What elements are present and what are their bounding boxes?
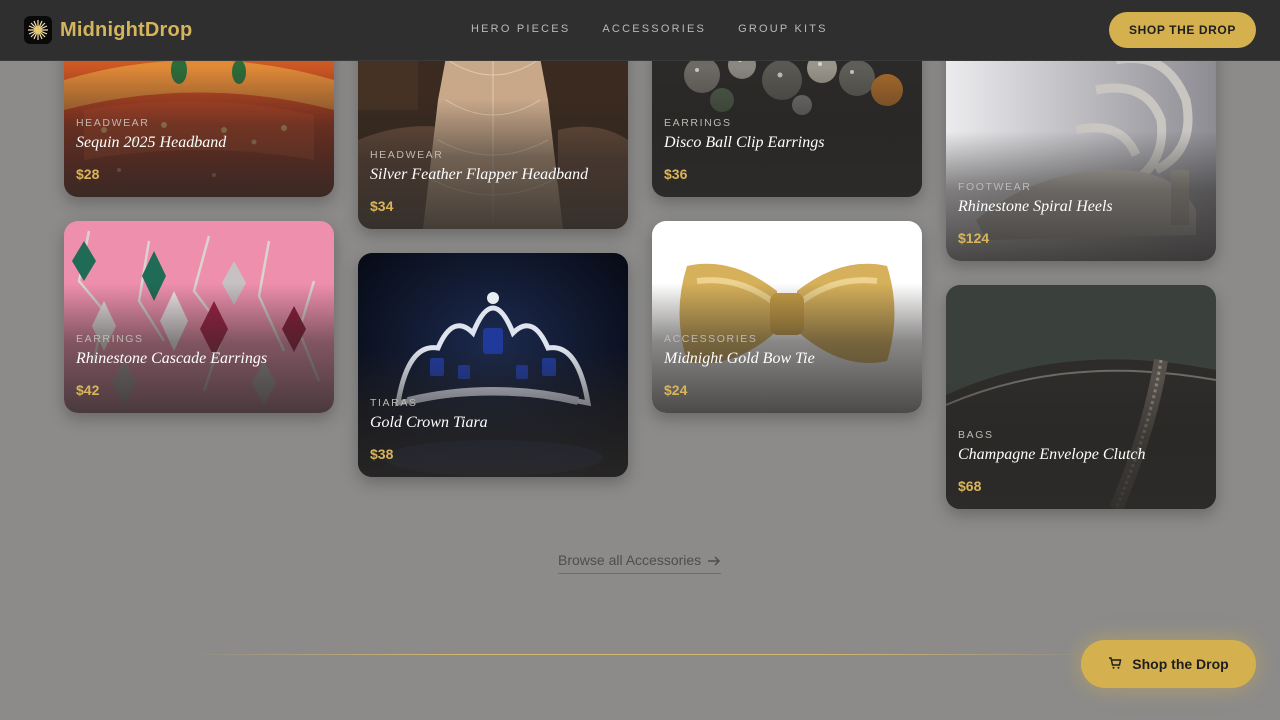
product-card-gold-bow-tie[interactable]: ACCESSORIES Midnight Gold Bow Tie $24 — [652, 221, 922, 413]
shop-the-drop-button[interactable]: SHOP THE DROP — [1109, 12, 1256, 48]
nav-accessories[interactable]: ACCESSORIES — [602, 23, 706, 35]
arrow-right-icon — [707, 552, 721, 571]
product-name: Disco Ball Clip Earrings — [664, 134, 825, 151]
cart-icon — [1108, 656, 1122, 673]
product-name: Rhinestone Cascade Earrings — [76, 350, 268, 367]
nav-group-kits[interactable]: GROUP KITS — [738, 23, 828, 35]
starburst-icon — [24, 16, 52, 44]
main-nav: HERO PIECES ACCESSORIES GROUP KITS — [471, 23, 828, 35]
product-name: Sequin 2025 Headband — [76, 134, 227, 151]
nav-hero-pieces[interactable]: HERO PIECES — [471, 23, 570, 35]
product-info: TIARAS Gold Crown Tiara $38 — [370, 397, 616, 477]
product-category: BAGS — [958, 429, 994, 441]
product-info: FOOTWEAR Rhinestone Spiral Heels $124 — [958, 181, 1204, 261]
brand-name: MidnightDrop — [60, 18, 193, 41]
product-name: Silver Feather Flapper Headband — [370, 166, 589, 183]
browse-all-accessories-link[interactable]: Browse all Accessories — [558, 552, 722, 574]
product-name: Rhinestone Spiral Heels — [958, 198, 1113, 215]
product-info: BAGS Champagne Envelope Clutch $68 — [958, 429, 1204, 509]
product-name: Gold Crown Tiara — [370, 414, 488, 431]
product-card-envelope-clutch[interactable]: BAGS Champagne Envelope Clutch $68 — [946, 285, 1216, 509]
browse-link-label: Browse all Accessories — [558, 552, 702, 568]
product-name: Champagne Envelope Clutch — [958, 446, 1146, 463]
section-divider — [184, 654, 1096, 655]
product-info: ACCESSORIES Midnight Gold Bow Tie $24 — [664, 333, 910, 413]
brand-logo-link[interactable]: MidnightDrop — [24, 16, 192, 44]
product-info: EARRINGS Disco Ball Clip Earrings $36 — [664, 117, 910, 197]
product-category: HEADWEAR — [76, 117, 150, 129]
product-category: FOOTWEAR — [958, 181, 1032, 193]
product-price: $34 — [370, 198, 394, 214]
product-price: $42 — [76, 382, 100, 398]
product-info: HEADWEAR Silver Feather Flapper Headband… — [370, 149, 616, 229]
product-category: TIARAS — [370, 397, 418, 409]
product-price: $28 — [76, 166, 100, 182]
product-name: Midnight Gold Bow Tie — [664, 350, 815, 367]
product-card-gold-crown-tiara[interactable]: TIARAS Gold Crown Tiara $38 — [358, 253, 628, 477]
product-info: EARRINGS Rhinestone Cascade Earrings $42 — [76, 333, 322, 413]
product-category: EARRINGS — [76, 333, 144, 345]
site-header: MidnightDrop HERO PIECES ACCESSORIES GRO… — [0, 0, 1280, 61]
product-info: HEADWEAR Sequin 2025 Headband $28 — [76, 117, 322, 197]
floating-shop-button[interactable]: Shop the Drop — [1081, 640, 1256, 688]
product-price: $38 — [370, 446, 394, 462]
product-price: $124 — [958, 230, 990, 246]
product-price: $36 — [664, 166, 688, 182]
product-category: HEADWEAR — [370, 149, 444, 161]
product-category: EARRINGS — [664, 117, 732, 129]
product-price: $68 — [958, 478, 982, 494]
product-card-cascade-earrings[interactable]: EARRINGS Rhinestone Cascade Earrings $42 — [64, 221, 334, 413]
floating-shop-label: Shop the Drop — [1132, 656, 1229, 672]
product-price: $24 — [664, 382, 688, 398]
product-category: ACCESSORIES — [664, 333, 758, 345]
